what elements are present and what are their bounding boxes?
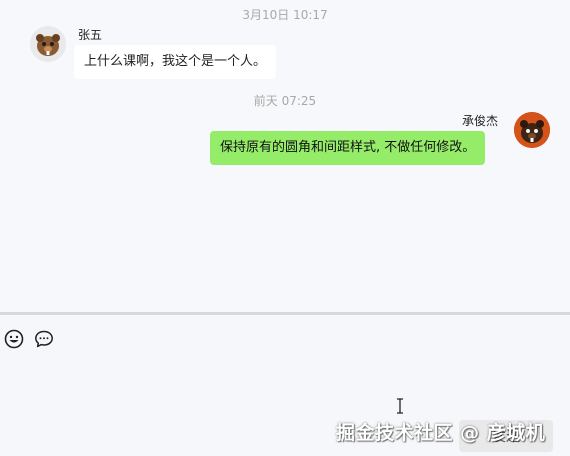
- beaver-avatar-icon[interactable]: [30, 26, 66, 62]
- message-bubble-received[interactable]: 上什么课啊，我这个是一个人。: [74, 45, 277, 79]
- chat-message-area: 3月10日 10:17 张五 上什么课啊，我这个是一个人。 前天 07:25 承…: [0, 0, 570, 312]
- chat-bubble-icon[interactable]: [33, 328, 55, 350]
- sender-name: 承俊杰: [462, 114, 499, 128]
- text-cursor-icon: [395, 398, 405, 414]
- sender-name: 张五: [78, 28, 103, 42]
- send-button[interactable]: 发送: [459, 420, 553, 452]
- emoji-icon[interactable]: [3, 328, 25, 350]
- beaver-avatar-orange-icon[interactable]: [514, 112, 550, 148]
- message-timestamp: 3月10日 10:17: [242, 8, 328, 22]
- message-bubble-sent[interactable]: 保持原有的圆角和间距样式, 不做任何修改。: [210, 131, 486, 165]
- message-timestamp: 前天 07:25: [253, 94, 317, 108]
